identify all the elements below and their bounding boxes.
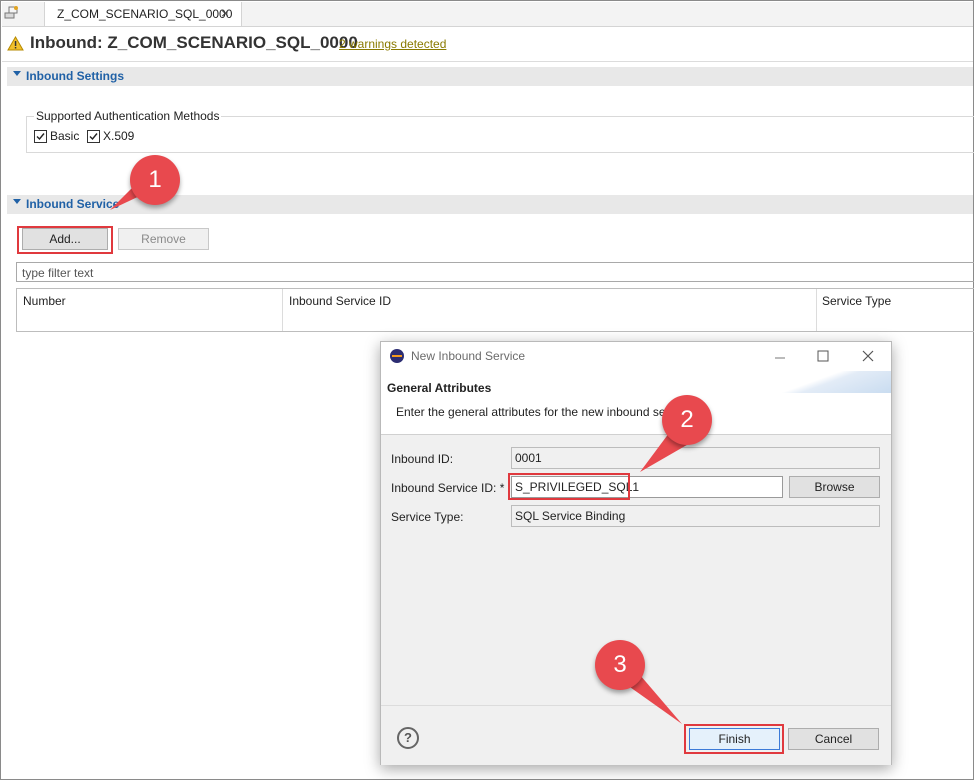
basic-checkbox-label: Basic (50, 129, 80, 143)
warning-icon (7, 36, 24, 51)
column-divider (816, 289, 817, 331)
close-icon[interactable]: × (221, 5, 229, 21)
minimize-icon[interactable] (774, 352, 786, 364)
dialog-heading: General Attributes (387, 381, 492, 395)
tab-label: Z_COM_SCENARIO_SQL_0000 (57, 7, 233, 21)
remove-button[interactable]: Remove (118, 228, 209, 250)
x509-checkbox-label: X.509 (103, 129, 135, 143)
dialog-description: Enter the general attributes for the new… (396, 405, 666, 419)
check-icon (36, 133, 45, 141)
column-divider (282, 289, 283, 331)
callout-badge-1: 1 (130, 155, 180, 205)
help-icon[interactable]: ? (397, 727, 419, 749)
service-type-field: SQL Service Binding (511, 505, 880, 527)
filter-input[interactable]: type filter text (16, 262, 974, 282)
column-header-number[interactable]: Number (23, 294, 66, 308)
editor-header: Inbound: Z_COM_SCENARIO_SQL_0000 2 warni… (2, 27, 973, 62)
chevron-down-icon[interactable] (13, 199, 21, 204)
close-icon[interactable] (862, 350, 874, 362)
inbound-id-label: Inbound ID: (391, 452, 454, 466)
section-title: Inbound Settings (26, 69, 124, 83)
callout-badge-3: 3 (595, 640, 645, 690)
cancel-button[interactable]: Cancel (788, 728, 879, 750)
inbound-services-table: Number Inbound Service ID Service Type (16, 288, 974, 332)
filter-placeholder: type filter text (22, 266, 94, 280)
browse-button[interactable]: Browse (789, 476, 880, 498)
finish-highlight (684, 724, 784, 754)
dialog-titlebar[interactable]: New Inbound Service (381, 342, 891, 371)
eclipse-icon (390, 349, 404, 363)
auth-methods-label: Supported Authentication Methods (34, 109, 222, 123)
x509-checkbox[interactable] (87, 130, 100, 143)
inbound-service-id-label: Inbound Service ID: * (391, 481, 505, 495)
column-header-service-id[interactable]: Inbound Service ID (289, 294, 391, 308)
callout-badge-2: 2 (662, 395, 712, 445)
dialog-title: New Inbound Service (411, 349, 526, 363)
add-highlight (17, 226, 113, 254)
editor-tab-strip: Z_COM_SCENARIO_SQL_0000 × (2, 2, 973, 27)
service-type-label: Service Type: (391, 510, 464, 524)
chevron-down-icon[interactable] (13, 71, 21, 76)
service-id-highlight (508, 473, 630, 500)
maximize-icon[interactable] (817, 350, 829, 362)
tab-inbound-editor[interactable]: Z_COM_SCENARIO_SQL_0000 × (44, 2, 242, 26)
basic-checkbox[interactable] (34, 130, 47, 143)
banner-graphic (751, 371, 891, 393)
warnings-link[interactable]: 2 warnings detected (339, 37, 446, 51)
check-icon (89, 133, 98, 141)
section-inbound-settings[interactable]: Inbound Settings (7, 67, 973, 86)
page-title: Inbound: Z_COM_SCENARIO_SQL_0000 (30, 33, 358, 52)
inbound-editor-icon (4, 6, 18, 19)
column-header-service-type[interactable]: Service Type (822, 294, 891, 308)
